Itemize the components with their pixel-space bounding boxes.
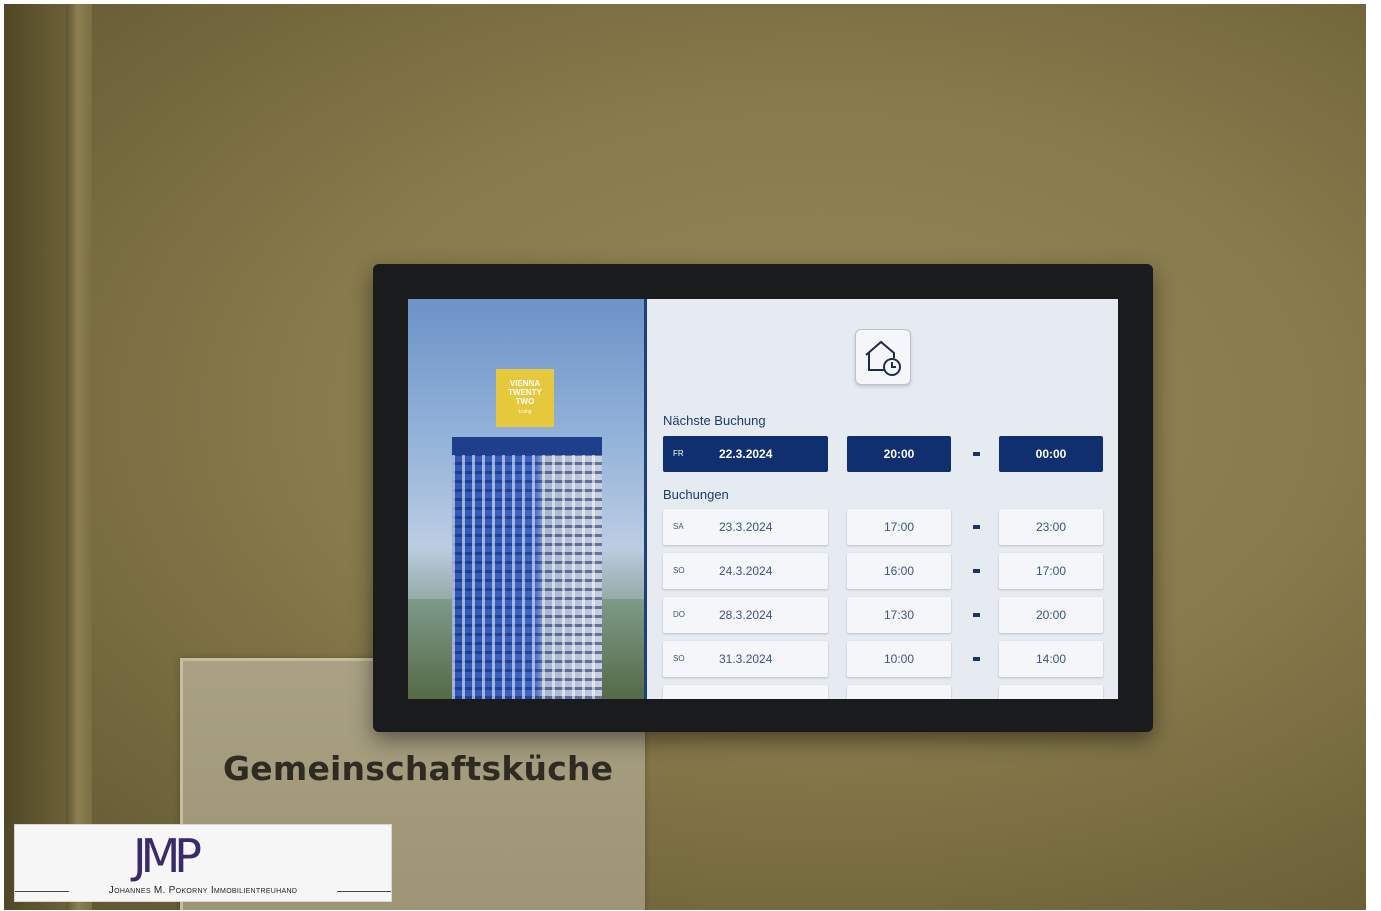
wall-shadow	[4, 4, 66, 910]
next-booking-day: FR	[673, 449, 684, 458]
booking-start-value: 17:30	[883, 608, 915, 622]
booking-start: 17:00	[847, 509, 951, 545]
booking-end: 20:00	[999, 597, 1103, 633]
booking-date: SO 24.3.2024	[663, 553, 828, 589]
booking-end: 14:00	[999, 641, 1103, 677]
room-sign-label: Gemeinschaftsküche	[223, 749, 614, 788]
logo-line-3: TWO	[515, 397, 535, 406]
booking-date-value: 28.3.2024	[719, 608, 773, 622]
booking-row[interactable]: DO 28.3.2024 17:30 20:00	[663, 597, 1103, 633]
door-frame	[66, 4, 92, 910]
booking-day: SA	[673, 522, 684, 531]
next-booking-start: 20:00	[847, 436, 951, 472]
jmp-watermark: JMP Johannes M. Pokorny Immobilientreuha…	[14, 824, 392, 902]
wall-monitor: VIENNA TWENTY TWO Living Nächste Buchung…	[373, 264, 1153, 732]
booking-row[interactable]: SO 31.3.2024 10:00 14:00	[663, 641, 1103, 677]
next-booking-end-value: 00:00	[1035, 447, 1067, 461]
booking-start-partial	[847, 685, 951, 699]
jmp-company-name: Johannes M. Pokorny Immobilientreuhand	[108, 885, 298, 896]
booking-panel: Nächste Buchung FR 22.3.2024 20:00 00:00…	[647, 299, 1118, 699]
booking-date: DO 28.3.2024	[663, 597, 828, 633]
display-screen: VIENNA TWENTY TWO Living Nächste Buchung…	[408, 299, 1118, 699]
booking-end-value: 20:00	[1035, 608, 1067, 622]
booking-end: 23:00	[999, 509, 1103, 545]
next-booking-start-value: 20:00	[883, 447, 915, 461]
time-separator	[973, 569, 980, 573]
booking-date: SO 31.3.2024	[663, 641, 828, 677]
next-booking-date-value: 22.3.2024	[719, 447, 773, 461]
logo-line-2: TWENTY	[508, 388, 542, 397]
logo-line-1: VIENNA	[509, 379, 541, 388]
booking-date: SA 23.3.2024	[663, 509, 828, 545]
advertisement-panel: VIENNA TWENTY TWO Living	[408, 299, 644, 699]
booking-start: 10:00	[847, 641, 951, 677]
booking-date-value: 23.3.2024	[719, 520, 773, 534]
booking-date-value: 31.3.2024	[719, 652, 773, 666]
booking-end: 17:00	[999, 553, 1103, 589]
booking-start-value: 10:00	[883, 652, 915, 666]
booking-end-partial	[999, 685, 1103, 699]
ad-tower-image	[452, 437, 602, 699]
home-button[interactable]	[855, 329, 911, 385]
booking-start-value: 16:00	[883, 564, 915, 578]
booking-date-partial	[663, 685, 828, 699]
booking-start: 16:00	[847, 553, 951, 589]
time-separator	[973, 613, 980, 617]
booking-start: 17:30	[847, 597, 951, 633]
booking-row[interactable]: SO 24.3.2024 16:00 17:00	[663, 553, 1103, 589]
jmp-logo-mark: JMP	[133, 829, 202, 883]
booking-end-value: 17:00	[1035, 564, 1067, 578]
booking-day: DO	[673, 610, 685, 619]
booking-date-value: 24.3.2024	[719, 564, 773, 578]
logo-sub: Living	[518, 409, 532, 415]
booking-end-value: 23:00	[1035, 520, 1067, 534]
time-separator	[973, 657, 980, 661]
booking-day: SO	[673, 566, 685, 575]
next-booking-row[interactable]: FR 22.3.2024 20:00 00:00	[663, 436, 1103, 472]
photo-background: Gemeinschaftsküche VIENNA TWENTY TWO Liv…	[4, 4, 1366, 910]
vienna-twenty-two-logo: VIENNA TWENTY TWO Living	[496, 369, 554, 427]
booking-row[interactable]: SA 23.3.2024 17:00 23:00	[663, 509, 1103, 545]
time-separator	[973, 452, 980, 456]
home-clock-icon	[865, 340, 901, 376]
next-booking-label: Nächste Buchung	[663, 413, 766, 428]
bookings-label: Buchungen	[663, 487, 729, 502]
time-separator	[973, 525, 980, 529]
booking-row-partial	[663, 685, 1103, 699]
next-booking-end: 00:00	[999, 436, 1103, 472]
booking-end-value: 14:00	[1035, 652, 1067, 666]
ad-tower-crown	[452, 437, 602, 455]
booking-day: SO	[673, 654, 685, 663]
next-booking-date: FR 22.3.2024	[663, 436, 828, 472]
booking-start-value: 17:00	[883, 520, 915, 534]
